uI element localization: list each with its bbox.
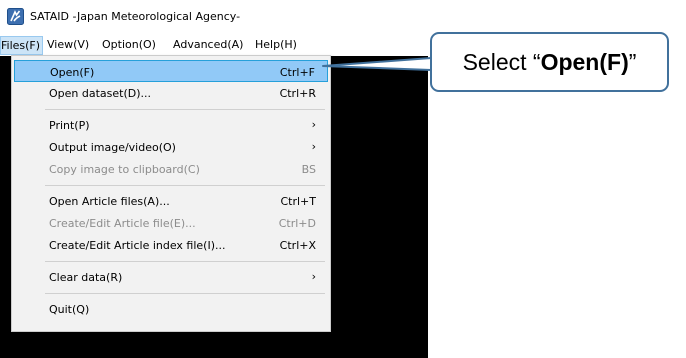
submenu-arrow-icon: ›: [311, 270, 316, 283]
menu-item-shortcut: Ctrl+F: [279, 66, 315, 79]
menu-separator: [45, 293, 325, 294]
menu-item-create-edit-article-index[interactable]: Create/Edit Article index file(I)... Ctr…: [14, 234, 328, 256]
menu-item-copy-image[interactable]: Copy image to clipboard(C) BS: [14, 158, 328, 180]
menu-item-label: Clear data(R): [49, 271, 123, 284]
menu-view[interactable]: View(V): [47, 38, 89, 51]
menu-item-print[interactable]: Print(P) ›: [14, 114, 328, 136]
menu-item-create-edit-article-file[interactable]: Create/Edit Article file(E)... Ctrl+D: [14, 212, 328, 234]
menu-item-quit[interactable]: Quit(Q): [14, 298, 328, 320]
title-bar: SATAID -Japan Meteorological Agency-: [0, 0, 428, 34]
menu-item-open-article-files[interactable]: Open Article files(A)... Ctrl+T: [14, 190, 328, 212]
menu-item-label: Open Article files(A)...: [49, 195, 170, 208]
menu-item-label: Output image/video(O): [49, 141, 176, 154]
menu-option[interactable]: Option(O): [102, 38, 156, 51]
callout-bold-text: Open(F): [540, 48, 629, 75]
menu-item-open[interactable]: Open(F) Ctrl+F: [14, 60, 328, 82]
menu-item-label: Open dataset(D)...: [49, 87, 152, 100]
menu-files[interactable]: Files(F): [0, 36, 43, 55]
window-title: SATAID -Japan Meteorological Agency-: [30, 10, 241, 23]
menu-item-shortcut: Ctrl+T: [280, 195, 316, 208]
submenu-arrow-icon: ›: [311, 118, 316, 131]
menu-advanced[interactable]: Advanced(A): [173, 38, 243, 51]
callout-suffix: ”: [628, 48, 637, 75]
sataid-app-icon: [7, 8, 24, 25]
files-dropdown-menu: Open(F) Ctrl+F Open dataset(D)... Ctrl+R…: [11, 55, 331, 332]
menu-bar: Files(F) View(V) Option(O) Advanced(A) H…: [0, 34, 428, 56]
menu-separator: [45, 185, 325, 186]
menu-item-output-image-video[interactable]: Output image/video(O) ›: [14, 136, 328, 158]
menu-item-shortcut: BS: [301, 163, 316, 176]
menu-separator: [45, 261, 325, 262]
submenu-arrow-icon: ›: [311, 140, 316, 153]
menu-item-shortcut: Ctrl+D: [278, 217, 316, 230]
menu-item-label: Quit(Q): [49, 303, 90, 316]
menu-item-label: Create/Edit Article file(E)...: [49, 217, 196, 230]
instruction-callout: Select “Open(F)”: [430, 32, 669, 92]
menu-item-label: Print(P): [49, 119, 90, 132]
menu-item-shortcut: Ctrl+R: [279, 87, 316, 100]
callout-text: Select “Open(F)”: [432, 34, 667, 90]
menu-item-shortcut: Ctrl+X: [279, 239, 316, 252]
menu-item-label: Open(F): [50, 66, 95, 79]
callout-prefix: Select “: [462, 48, 541, 75]
menu-item-label: Create/Edit Article index file(I)...: [49, 239, 226, 252]
menu-help[interactable]: Help(H): [255, 38, 297, 51]
menu-item-label: Copy image to clipboard(C): [49, 163, 200, 176]
menu-separator: [45, 109, 325, 110]
menu-item-clear-data[interactable]: Clear data(R) ›: [14, 266, 328, 288]
menu-item-open-dataset[interactable]: Open dataset(D)... Ctrl+R: [14, 82, 328, 104]
